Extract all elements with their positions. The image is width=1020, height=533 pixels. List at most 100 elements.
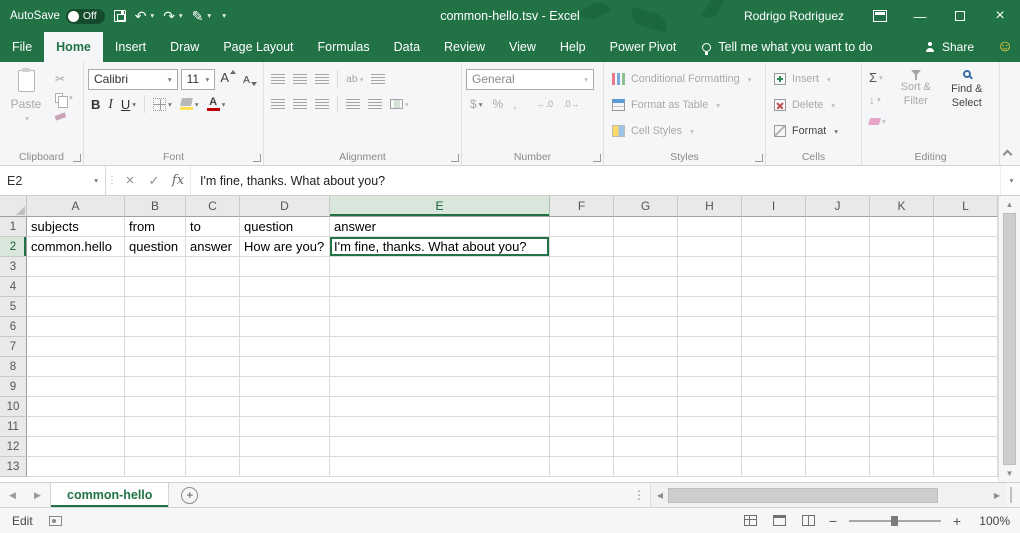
- cell-D3[interactable]: [240, 257, 330, 277]
- vertical-scrollbar[interactable]: ▲ ▼: [998, 196, 1020, 482]
- cell-I3[interactable]: [742, 257, 806, 277]
- cell-F5[interactable]: [550, 297, 614, 317]
- scroll-left-icon[interactable]: ◀: [652, 491, 668, 500]
- cell-L4[interactable]: [934, 277, 998, 297]
- number-dialog-launcher-icon[interactable]: [593, 154, 601, 162]
- cell-L11[interactable]: [934, 417, 998, 437]
- cell-K5[interactable]: [870, 297, 934, 317]
- cell-F12[interactable]: [550, 437, 614, 457]
- cut-button[interactable]: ✂: [52, 70, 76, 87]
- decrease-font-size-button[interactable]: A: [241, 68, 259, 90]
- formula-bar-handle[interactable]: ⋮: [106, 166, 118, 195]
- cell-L5[interactable]: [934, 297, 998, 317]
- tab-file[interactable]: File: [0, 32, 44, 62]
- cell-H10[interactable]: [678, 397, 742, 417]
- cell-B9[interactable]: [125, 377, 186, 397]
- row-header-3[interactable]: 3: [0, 257, 27, 277]
- format-painter-button[interactable]: [52, 108, 76, 125]
- cell-C13[interactable]: [186, 457, 240, 477]
- feedback-smiley-icon[interactable]: ☺: [990, 32, 1020, 62]
- cell-B1[interactable]: from: [125, 217, 186, 237]
- cell-B5[interactable]: [125, 297, 186, 317]
- cell-I6[interactable]: [742, 317, 806, 337]
- cell-K6[interactable]: [870, 317, 934, 337]
- row-header-2[interactable]: 2: [0, 237, 27, 257]
- bold-button[interactable]: B: [88, 93, 103, 115]
- row-header-5[interactable]: 5: [0, 297, 27, 317]
- row-header-12[interactable]: 12: [0, 437, 27, 457]
- cell-C3[interactable]: [186, 257, 240, 277]
- cell-L6[interactable]: [934, 317, 998, 337]
- cell-J4[interactable]: [806, 277, 870, 297]
- cell-G5[interactable]: [614, 297, 678, 317]
- cell-J10[interactable]: [806, 397, 870, 417]
- cell-B11[interactable]: [125, 417, 186, 437]
- redo-button[interactable]: ↷▾: [163, 9, 183, 23]
- next-sheet-icon[interactable]: ▶: [25, 483, 50, 507]
- cell-K7[interactable]: [870, 337, 934, 357]
- ribbon-display-options-button[interactable]: [860, 0, 900, 32]
- cell-J12[interactable]: [806, 437, 870, 457]
- cell-D12[interactable]: [240, 437, 330, 457]
- cell-J5[interactable]: [806, 297, 870, 317]
- cell-C2[interactable]: answer: [186, 237, 240, 257]
- cell-L13[interactable]: [934, 457, 998, 477]
- cell-G13[interactable]: [614, 457, 678, 477]
- cell-L12[interactable]: [934, 437, 998, 457]
- decrease-indent-button[interactable]: [343, 93, 363, 115]
- tab-page-layout[interactable]: Page Layout: [211, 32, 305, 62]
- cell-E1[interactable]: answer: [330, 217, 550, 237]
- cell-F6[interactable]: [550, 317, 614, 337]
- increase-font-size-button[interactable]: A: [218, 68, 238, 90]
- cell-H1[interactable]: [678, 217, 742, 237]
- delete-cells-button[interactable]: Delete▾: [770, 92, 857, 118]
- alignment-dialog-launcher-icon[interactable]: [451, 154, 459, 162]
- cell-B8[interactable]: [125, 357, 186, 377]
- column-header-B[interactable]: B: [125, 196, 186, 217]
- cell-J3[interactable]: [806, 257, 870, 277]
- cell-F10[interactable]: [550, 397, 614, 417]
- inking-button[interactable]: ✎▾: [192, 9, 212, 23]
- align-center-button[interactable]: [290, 93, 310, 115]
- wrap-text-button[interactable]: [368, 68, 388, 90]
- column-header-J[interactable]: J: [806, 196, 870, 217]
- previous-sheet-icon[interactable]: ◀: [0, 483, 25, 507]
- cell-F1[interactable]: [550, 217, 614, 237]
- tab-power-pivot[interactable]: Power Pivot: [598, 32, 689, 62]
- cell-E2[interactable]: I'm fine, thanks. What about you?: [330, 237, 550, 257]
- tab-help[interactable]: Help: [548, 32, 598, 62]
- cell-L9[interactable]: [934, 377, 998, 397]
- cell-B13[interactable]: [125, 457, 186, 477]
- cell-B12[interactable]: [125, 437, 186, 457]
- scroll-up-icon[interactable]: ▲: [1006, 198, 1014, 211]
- clear-button[interactable]: ▾: [866, 112, 889, 131]
- cell-I5[interactable]: [742, 297, 806, 317]
- cell-A6[interactable]: [27, 317, 125, 337]
- cell-D13[interactable]: [240, 457, 330, 477]
- zoom-slider-thumb[interactable]: [891, 516, 898, 526]
- cell-D1[interactable]: question: [240, 217, 330, 237]
- cell-J8[interactable]: [806, 357, 870, 377]
- align-left-button[interactable]: [268, 93, 288, 115]
- column-header-I[interactable]: I: [742, 196, 806, 217]
- cell-D9[interactable]: [240, 377, 330, 397]
- cell-H5[interactable]: [678, 297, 742, 317]
- cell-E8[interactable]: [330, 357, 550, 377]
- view-page-break-button[interactable]: [796, 511, 820, 531]
- cell-B10[interactable]: [125, 397, 186, 417]
- cell-H6[interactable]: [678, 317, 742, 337]
- cell-D7[interactable]: [240, 337, 330, 357]
- expand-formula-bar-button[interactable]: ▾: [1000, 166, 1020, 195]
- row-header-8[interactable]: 8: [0, 357, 27, 377]
- cell-A3[interactable]: [27, 257, 125, 277]
- cell-K13[interactable]: [870, 457, 934, 477]
- cell-F13[interactable]: [550, 457, 614, 477]
- cell-K12[interactable]: [870, 437, 934, 457]
- format-cells-button[interactable]: Format▾: [770, 118, 857, 144]
- horizontal-scrollbar[interactable]: ◀ ▶: [650, 483, 1006, 507]
- cell-C12[interactable]: [186, 437, 240, 457]
- column-header-L[interactable]: L: [934, 196, 998, 217]
- cell-I7[interactable]: [742, 337, 806, 357]
- cell-A10[interactable]: [27, 397, 125, 417]
- cell-D2[interactable]: How are you?: [240, 237, 330, 257]
